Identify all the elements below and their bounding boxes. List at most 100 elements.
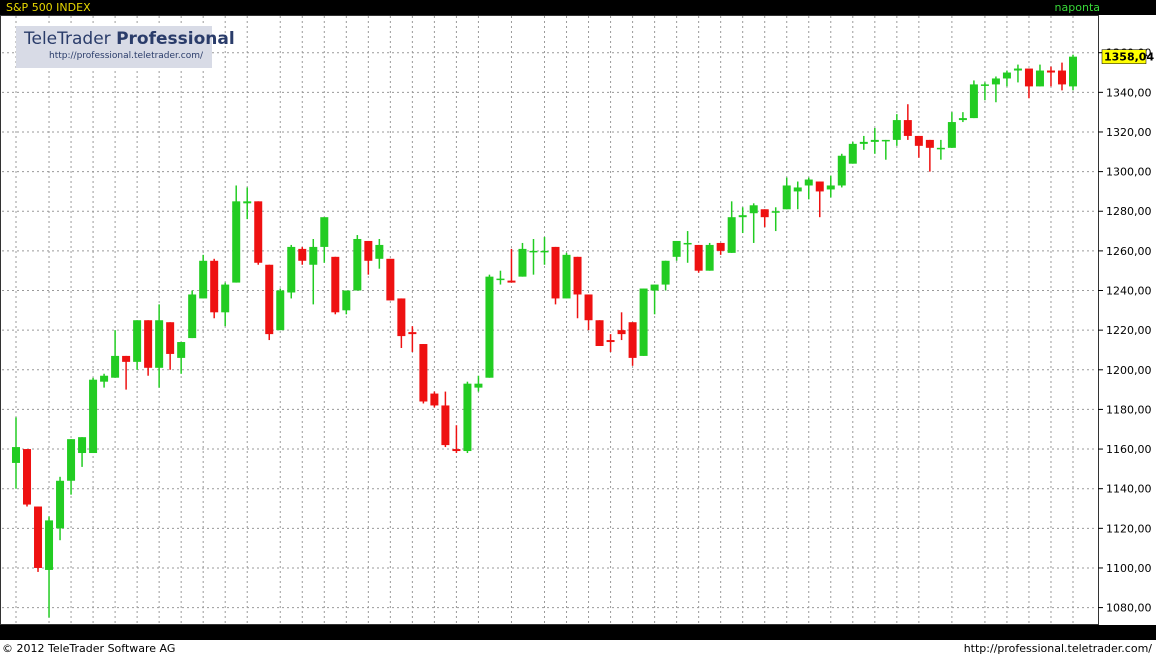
candle xyxy=(111,330,120,378)
candle xyxy=(991,76,1000,103)
candle-body xyxy=(903,120,912,136)
candle xyxy=(793,181,802,210)
candle-body xyxy=(639,288,648,356)
candle xyxy=(375,238,384,269)
candle xyxy=(100,373,109,388)
candle xyxy=(287,244,296,299)
candle-body xyxy=(969,84,978,119)
candle-body xyxy=(815,181,824,192)
candle xyxy=(89,377,98,454)
candle-body xyxy=(89,379,98,454)
candle-body xyxy=(485,276,494,378)
candle-body xyxy=(991,78,1000,85)
teletrader-logo: TeleTrader Professional http://professio… xyxy=(16,26,235,68)
y-tick-label: 1260,00 xyxy=(1106,245,1152,258)
candle-body xyxy=(958,118,967,121)
candle xyxy=(408,326,417,352)
candle xyxy=(738,207,747,234)
candle-body xyxy=(859,141,868,144)
candle xyxy=(265,264,274,341)
candle-body xyxy=(309,246,318,265)
y-tick-label: 1220,00 xyxy=(1106,324,1152,337)
candle-body xyxy=(452,449,461,452)
footer: © 2012 TeleTrader Software AG http://pro… xyxy=(0,640,1156,659)
candle xyxy=(122,355,131,390)
candle xyxy=(441,391,450,448)
candle xyxy=(760,209,769,228)
candle xyxy=(463,381,472,454)
candle xyxy=(276,288,285,331)
candle xyxy=(243,187,252,220)
candle xyxy=(749,203,758,243)
candle-body xyxy=(364,240,373,261)
candle-body xyxy=(1069,56,1077,87)
candle-body xyxy=(419,344,428,402)
candle xyxy=(892,114,901,146)
candle-body xyxy=(804,179,813,186)
candle-body xyxy=(716,242,725,251)
candle-body xyxy=(914,135,923,146)
candle xyxy=(67,439,76,495)
candle xyxy=(254,201,263,265)
candle-body xyxy=(584,294,593,321)
candle xyxy=(639,288,648,356)
candle-body xyxy=(144,320,153,368)
candle-body xyxy=(298,248,307,261)
candle-body xyxy=(1002,72,1011,79)
candle-body xyxy=(562,254,571,299)
candle-body xyxy=(727,217,736,253)
candle xyxy=(628,322,637,366)
candle xyxy=(1057,62,1066,91)
last-price-label: 1358,04 xyxy=(1104,51,1154,64)
candle xyxy=(540,237,549,265)
candle xyxy=(837,153,846,188)
candle-body xyxy=(595,320,604,347)
candle xyxy=(56,476,65,541)
candle-body xyxy=(617,330,626,335)
y-tick-label: 1280,00 xyxy=(1106,205,1152,218)
candle-body xyxy=(738,215,747,218)
candle xyxy=(78,437,87,467)
candle xyxy=(606,334,615,352)
candle xyxy=(386,258,395,301)
candle-body xyxy=(474,383,483,388)
candle-body xyxy=(628,322,637,358)
candle xyxy=(683,231,692,263)
candle xyxy=(199,254,208,299)
candle xyxy=(188,290,197,339)
candle xyxy=(342,290,351,315)
candle-body xyxy=(210,260,219,313)
candle xyxy=(397,298,406,348)
candle-body xyxy=(23,449,32,505)
candle xyxy=(419,344,428,404)
candle-body xyxy=(67,439,76,481)
candle xyxy=(133,320,142,370)
candle xyxy=(155,304,164,388)
candle-body xyxy=(276,290,285,331)
candle xyxy=(782,177,791,210)
footer-url[interactable]: http://professional.teletrader.com/ xyxy=(964,642,1152,655)
candle-body xyxy=(848,143,857,164)
candle-body xyxy=(320,217,329,247)
candle xyxy=(353,235,362,291)
candle xyxy=(1002,70,1011,87)
candle xyxy=(309,238,318,305)
candle xyxy=(177,342,186,374)
candle xyxy=(584,294,593,331)
y-tick-label: 1300,00 xyxy=(1106,166,1152,179)
candle xyxy=(485,274,494,378)
candle-body xyxy=(947,122,956,148)
candle xyxy=(672,240,681,261)
candle xyxy=(936,139,945,160)
candlestick-chart: 1080,00 1100,00 1120,00 1140,00 1160,00 1180,… xyxy=(2,16,1154,640)
candle-body xyxy=(221,284,230,313)
candle-body xyxy=(254,201,263,263)
candle xyxy=(551,246,560,305)
candle-body xyxy=(661,260,670,285)
y-tick-label: 1120,00 xyxy=(1106,522,1152,535)
candle-body xyxy=(34,506,43,568)
candle-body xyxy=(78,437,87,454)
candle xyxy=(12,417,20,489)
candle-body xyxy=(188,294,197,339)
candle xyxy=(573,256,582,319)
